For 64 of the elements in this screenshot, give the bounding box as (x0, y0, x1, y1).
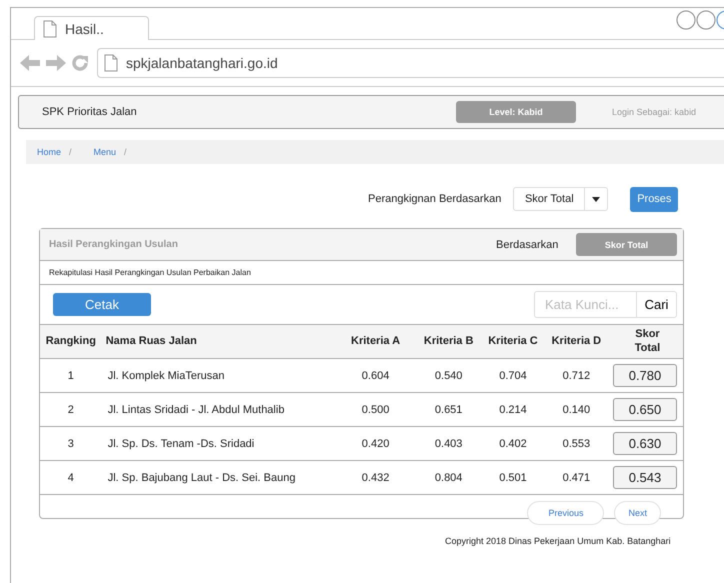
ranking-select[interactable]: Skor Total (513, 187, 608, 211)
circle-icon[interactable] (676, 10, 696, 30)
table-cell: 0.471 (562, 472, 590, 484)
document-icon (104, 54, 118, 72)
login-text: Login Sebagai: kabid (612, 107, 696, 117)
pagination-button[interactable]: Previous (527, 500, 604, 524)
browser-tab[interactable]: Hasil.. (34, 16, 149, 40)
table-cell: 0.500 (362, 404, 390, 416)
search-field[interactable]: Kata Kunci... (534, 291, 637, 318)
process-button[interactable]: Proses (630, 186, 678, 212)
panel-title: Hasil Perangkingan Usulan (49, 239, 179, 250)
print-button[interactable]: Cetak (53, 293, 151, 316)
table-cell: 0.432 (362, 472, 390, 484)
panel-subtitle: Rekapitulasi Hasil Perangkingan Usulan Perbaikan Jalan (49, 268, 251, 277)
table-cell: 3 (68, 438, 74, 450)
table-cell: 0.704 (499, 370, 527, 382)
score-field: 0.650 (613, 398, 677, 421)
column-header: Kriteria A (339, 325, 412, 358)
column-header: Kriteria B (412, 325, 486, 358)
ranking-label: Perangkignan Berdasarkan (368, 193, 502, 205)
document-icon (43, 20, 57, 38)
table-cell: 0.403 (434, 438, 462, 450)
score-field: 0.630 (613, 432, 677, 455)
table-cell: 0.214 (499, 404, 527, 416)
brand-title[interactable]: SPK Prioritas Jalan (42, 106, 334, 118)
table-cell: 0.604 (362, 370, 390, 382)
table-cell: 4 (68, 472, 74, 484)
address-bar[interactable]: spkjalanbatanghari.go.id (97, 48, 724, 78)
score-field: 0.543 (613, 466, 677, 489)
breadcrumb-link[interactable]: Home (37, 147, 62, 157)
caret-icon (592, 196, 600, 202)
back-arrow-icon[interactable] (19, 54, 41, 72)
table-cell: 2 (68, 404, 74, 416)
table-cell: 0.402 (499, 438, 527, 450)
table-cell: 0.553 (562, 438, 590, 450)
column-header: Kriteria C (485, 325, 541, 358)
table-cell: Jl. Sp. Ds. Tenam -Ds. Sridadi (108, 438, 254, 450)
table-cell: Jl. Komplek MiaTerusan (108, 370, 225, 382)
level-badge: Level: Kabid (456, 101, 576, 123)
table-cell: 0.501 (499, 472, 527, 484)
table-cell: 0.540 (434, 370, 462, 382)
table-cell: Jl. Sp. Bajubang Laut - Ds. Sei. Baung (108, 472, 296, 484)
column-header: Rangking (40, 325, 102, 358)
table-cell: 1 (68, 370, 74, 382)
table-cell: Jl. Lintas Sridadi - Jl. Abdul Muthalib (108, 404, 284, 416)
column-header: Nama Ruas Jalan (102, 325, 339, 358)
pagination-button[interactable]: Next (614, 500, 661, 524)
footer-text: Copyright 2018 Dinas Pekerjaan Umum Kab. Batanghari (445, 536, 671, 546)
reload-icon[interactable] (71, 54, 89, 72)
breadcrumb-separator: / (124, 147, 127, 157)
sort-by-badge: Skor Total (576, 233, 677, 256)
table-cell: 0.712 (562, 370, 590, 382)
table-cell: 0.804 (434, 472, 462, 484)
score-field: 0.780 (613, 364, 677, 387)
table-cell: 0.140 (562, 404, 590, 416)
table-cell: 0.420 (362, 438, 390, 450)
column-header: Skor Total (612, 325, 683, 358)
breadcrumb-link[interactable]: Menu (94, 147, 116, 157)
breadcrumb-separator: / (69, 147, 72, 157)
search-button[interactable]: Cari (637, 291, 677, 318)
forward-arrow-icon[interactable] (45, 54, 67, 72)
sort-by-label: Berdasarkan (496, 238, 560, 250)
table-cell: 0.651 (434, 404, 462, 416)
column-header: Kriteria D (540, 325, 612, 358)
